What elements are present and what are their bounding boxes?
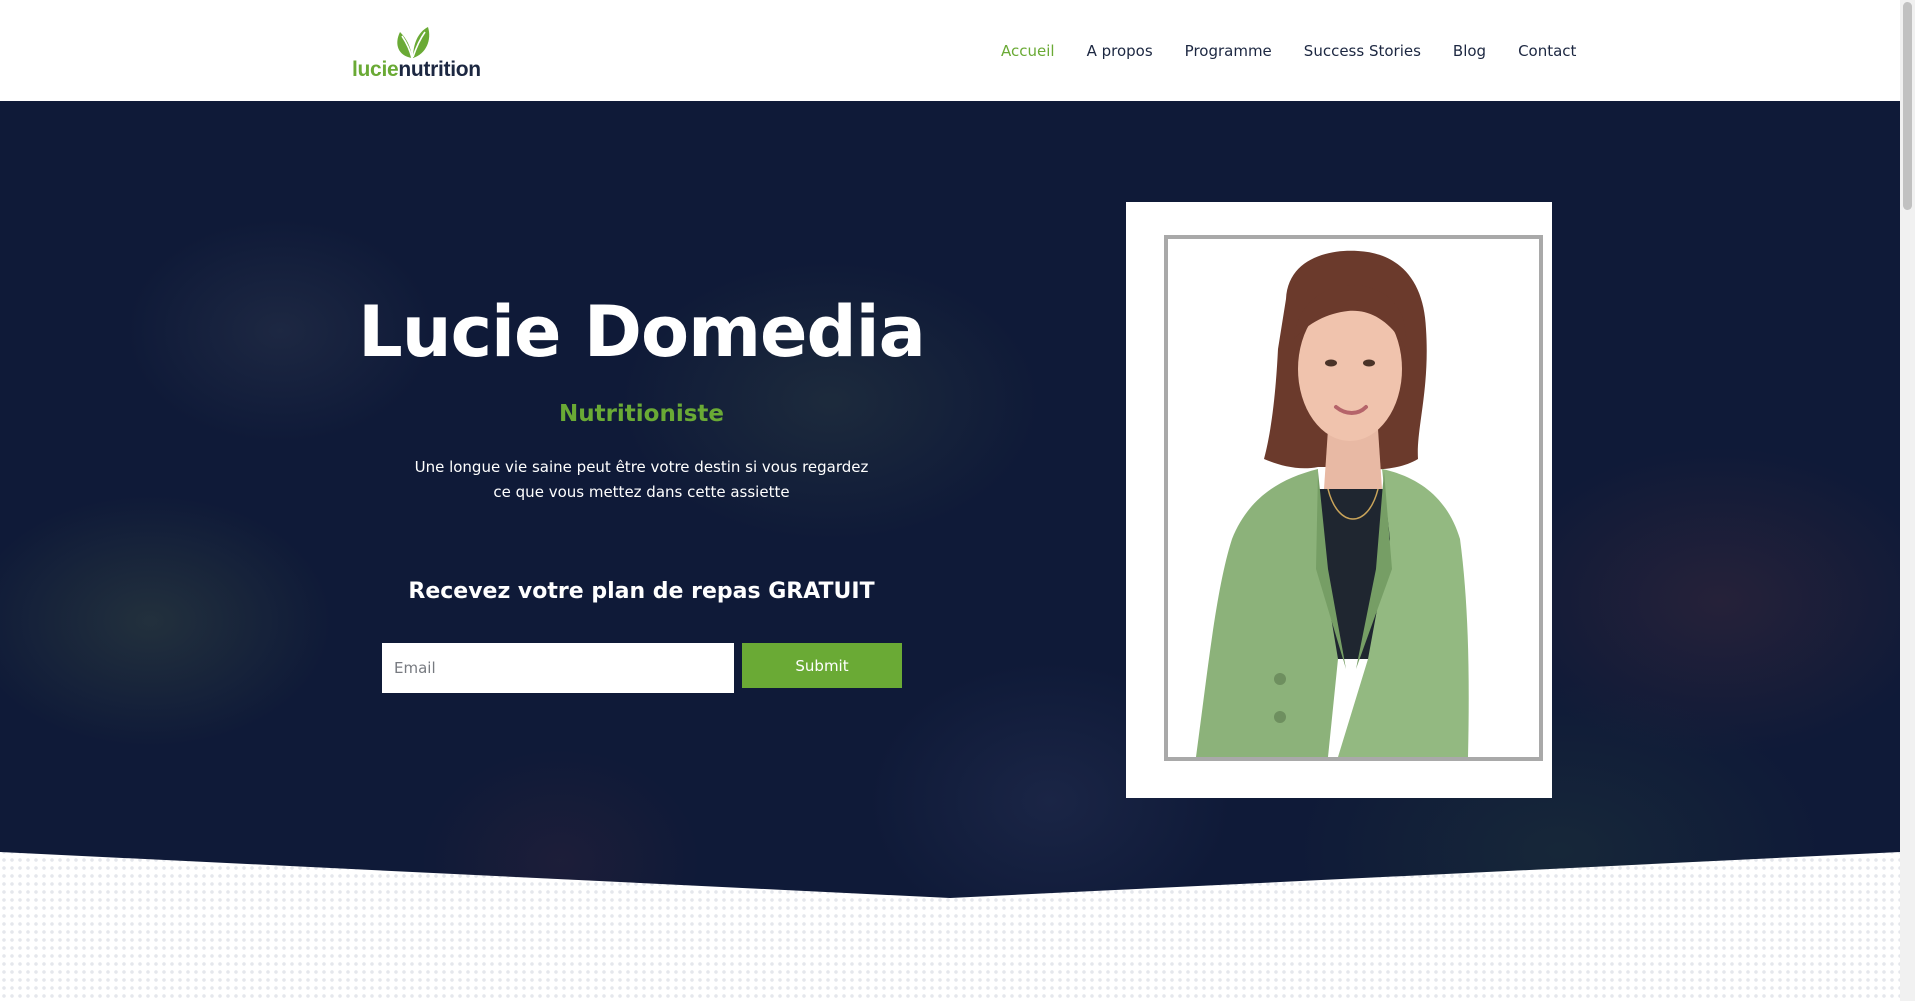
leaf-icon — [397, 27, 430, 59]
scrollbar-thumb[interactable] — [1903, 2, 1912, 210]
portrait-frame — [1164, 235, 1543, 761]
nav-item-blog[interactable]: Blog — [1453, 42, 1486, 60]
hero-description: Une longue vie saine peut être votre des… — [414, 458, 869, 501]
nav-item-contact[interactable]: Contact — [1518, 42, 1576, 60]
site-header: lucienutrition Accueil A propos Programm… — [0, 0, 1900, 101]
hero-subtitle: Nutritioniste — [558, 401, 725, 427]
submit-button[interactable]: Submit — [742, 643, 902, 688]
nav-item-accueil[interactable]: Accueil — [1001, 42, 1055, 60]
page-scrollbar[interactable] — [1900, 0, 1915, 1001]
meal-plan-heading: Recevez votre plan de repas GRATUIT — [408, 579, 875, 604]
portrait-card — [1126, 202, 1552, 798]
portrait-photo — [1196, 250, 1469, 757]
logo-wordmark-part1: lucie — [352, 58, 399, 81]
logo-wordmark: lucienutrition — [352, 58, 481, 82]
hero-section: Lucie Domedia Nutritioniste Une longue v… — [0, 101, 1900, 898]
nav-item-a-propos[interactable]: A propos — [1087, 42, 1153, 60]
email-field[interactable] — [382, 643, 734, 693]
logo-wordmark-part2: nutrition — [398, 58, 481, 81]
nav-item-success-stories[interactable]: Success Stories — [1304, 42, 1421, 60]
nav-item-programme[interactable]: Programme — [1185, 42, 1272, 60]
hero-title: Lucie Domedia — [358, 291, 926, 373]
main-nav: Accueil A propos Programme Success Stori… — [1001, 0, 1576, 101]
site-logo[interactable]: lucienutrition — [352, 24, 482, 82]
